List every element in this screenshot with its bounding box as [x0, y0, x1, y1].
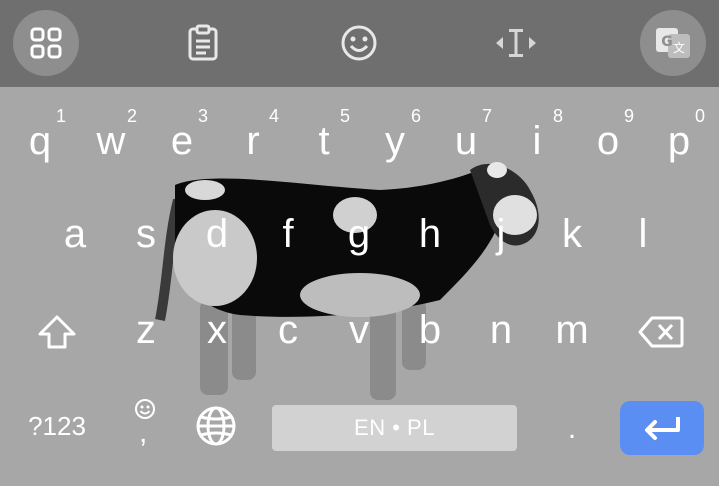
keyboard-toolbar: G 文	[0, 0, 719, 87]
comma-key[interactable]: ,	[115, 390, 175, 450]
key-label: r	[246, 119, 260, 163]
key-label: e	[170, 119, 194, 163]
globe-icon	[196, 406, 236, 446]
emoji-icon	[341, 25, 377, 61]
key-hint-number: 8	[553, 106, 564, 126]
key-c[interactable]: c	[257, 299, 319, 361]
key-label: y	[385, 119, 405, 163]
key-d[interactable]: d	[186, 203, 248, 265]
key-g[interactable]: g	[328, 203, 390, 265]
period-key[interactable]: .	[541, 398, 603, 460]
key-j[interactable]: j	[470, 203, 532, 265]
translate-icon: G 文	[656, 28, 690, 58]
key-hint-number: 4	[269, 106, 280, 126]
key-f[interactable]: f	[257, 203, 319, 265]
key-l[interactable]: l	[612, 203, 674, 265]
key-z[interactable]: z	[115, 299, 177, 361]
shift-key[interactable]	[26, 301, 88, 363]
key-label: o	[596, 119, 620, 163]
emoji-toolbar-button[interactable]	[336, 20, 382, 66]
symbols-key[interactable]: ?123	[22, 395, 92, 457]
key-label: u	[454, 119, 478, 163]
clipboard-icon	[188, 24, 218, 61]
svg-text:文: 文	[673, 40, 685, 55]
key-hint-number: 0	[695, 106, 706, 126]
backspace-key[interactable]	[630, 301, 692, 363]
key-label: i	[532, 119, 542, 163]
key-hint-number: 3	[198, 106, 209, 126]
key-hint-number: 7	[482, 106, 493, 126]
language-key[interactable]	[185, 395, 247, 457]
apps-button[interactable]	[13, 10, 79, 76]
key-s[interactable]: s	[115, 203, 177, 265]
grid-icon	[30, 27, 62, 59]
key-a[interactable]: a	[44, 203, 106, 265]
key-label: w	[96, 119, 126, 163]
backspace-icon	[638, 316, 684, 348]
key-hint-number: 1	[56, 106, 67, 126]
key-hint-number: 9	[624, 106, 635, 126]
shift-icon	[38, 315, 76, 349]
key-label: t	[318, 119, 330, 163]
translate-button[interactable]: G 文	[640, 10, 706, 76]
comma-label: ,	[139, 416, 148, 449]
key-label: q	[28, 119, 52, 163]
space-bar-label: EN • PL	[354, 415, 435, 440]
keyboard: G 文 q1 w2 e3 r4 t5 y6 u7 i8 o9 p0 asdfghjkl zxcvb…	[0, 0, 719, 486]
key-m[interactable]: m	[541, 299, 603, 361]
key-n[interactable]: n	[470, 299, 532, 361]
enter-icon	[645, 417, 680, 440]
space-bar[interactable]: EN • PL	[272, 405, 517, 451]
key-k[interactable]: k	[541, 203, 603, 265]
text-editing-button[interactable]	[493, 20, 539, 66]
svg-text:G: G	[661, 34, 673, 50]
key-b[interactable]: b	[399, 299, 461, 361]
key-x[interactable]: x	[186, 299, 248, 361]
clipboard-button[interactable]	[180, 20, 226, 66]
key-label: p	[667, 119, 691, 163]
key-hint-number: 6	[411, 106, 422, 126]
key-hint-number: 5	[340, 106, 351, 126]
enter-key[interactable]	[620, 401, 704, 455]
key-h[interactable]: h	[399, 203, 461, 265]
text-cursor-icon	[496, 29, 536, 57]
key-v[interactable]: v	[328, 299, 390, 361]
key-hint-number: 2	[127, 106, 138, 126]
